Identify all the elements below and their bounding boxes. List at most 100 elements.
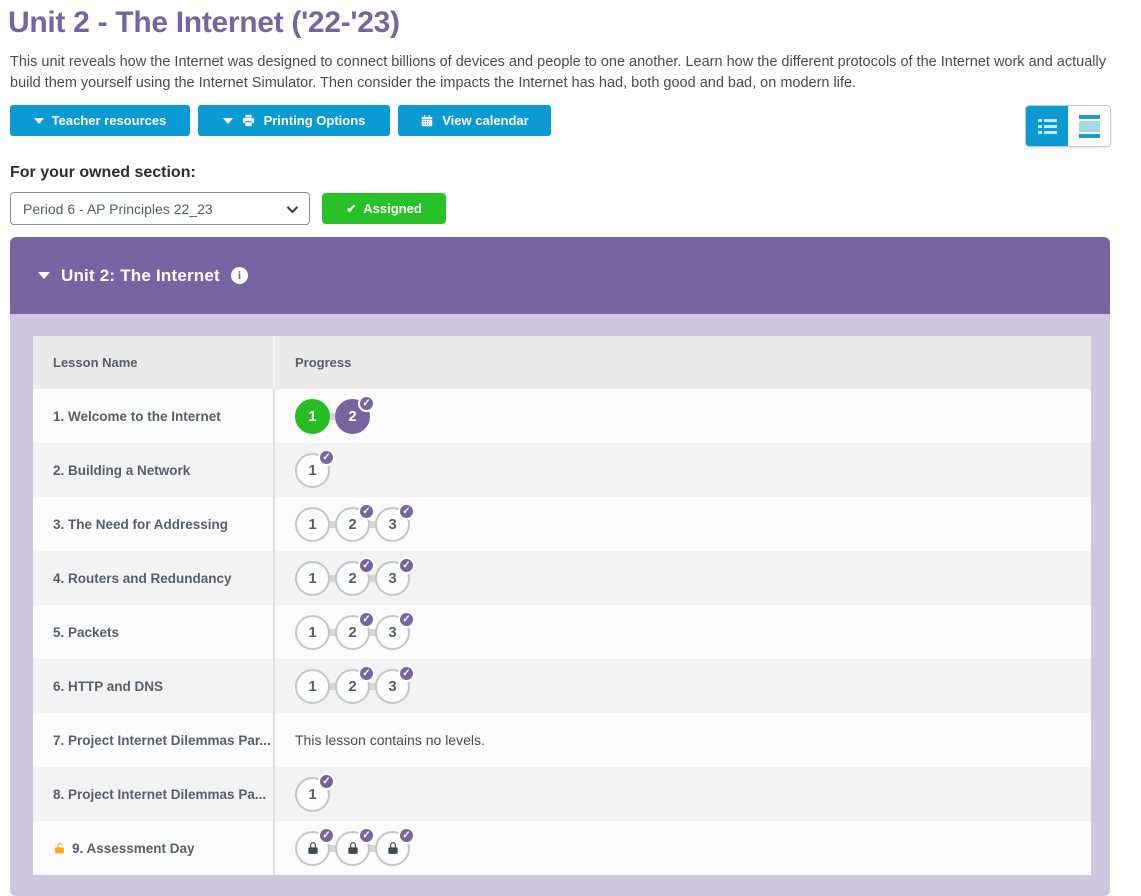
lesson-row: 7. Project Internet Dilemmas Par... This … xyxy=(33,713,1091,767)
unit-panel-title: Unit 2: The Internet xyxy=(61,266,220,286)
lesson-table-body: 1. Welcome to the Internet12✓2. Building… xyxy=(33,389,1091,875)
info-icon[interactable]: i xyxy=(231,267,248,284)
lesson-row: 4. Routers and Redundancy 12✓3✓ xyxy=(33,551,1091,605)
caret-down-icon xyxy=(38,272,50,279)
lesson-progress: 12✓ xyxy=(273,389,1091,443)
page-title: Unit 2 - The Internet ('22-'23) xyxy=(8,6,1131,40)
level-bubble[interactable]: 2✓ xyxy=(335,561,370,596)
level-bubble[interactable]: 1 xyxy=(295,561,330,596)
level-bubble[interactable]: 2✓ xyxy=(335,399,370,434)
lesson-name-label: 1. Welcome to the Internet xyxy=(53,409,221,424)
detail-view-button[interactable] xyxy=(1068,106,1110,146)
check-badge-icon: ✓ xyxy=(398,557,415,574)
view-toggle xyxy=(1025,105,1111,147)
lesson-progress: 12✓3✓ xyxy=(273,497,1091,551)
check-badge-icon: ✓ xyxy=(398,611,415,628)
lesson-row: 1. Welcome to the Internet 12✓ xyxy=(33,389,1091,443)
unit-description: This unit reveals how the Internet was d… xyxy=(10,52,1122,94)
level-bubble[interactable]: 1✓ xyxy=(295,453,330,488)
level-bubble[interactable]: 3✓ xyxy=(375,615,410,650)
lesson-progress: 12✓3✓ xyxy=(273,659,1091,713)
unit-panel-body: Lesson Name Progress 1. Welcome to the I… xyxy=(10,314,1110,896)
level-bubble[interactable]: 3✓ xyxy=(375,561,410,596)
assigned-button[interactable]: ✔ Assigned xyxy=(322,193,446,224)
lesson-name-label: 7. Project Internet Dilemmas Par... xyxy=(53,733,271,748)
lesson-name[interactable]: 8. Project Internet Dilemmas Pa... xyxy=(33,787,273,802)
check-badge-icon: ✓ xyxy=(398,503,415,520)
level-bubble[interactable]: 2✓ xyxy=(335,669,370,704)
lesson-row: 3. The Need for Addressing 12✓3✓ xyxy=(33,497,1091,551)
lesson-name[interactable]: 3. The Need for Addressing xyxy=(33,517,273,532)
lesson-name[interactable]: 4. Routers and Redundancy xyxy=(33,571,273,586)
lesson-name-label: 4. Routers and Redundancy xyxy=(53,571,232,586)
caret-down-icon xyxy=(223,118,233,124)
owned-section-heading: For your owned section: xyxy=(10,164,1131,182)
list-view-button[interactable] xyxy=(1026,106,1068,146)
lesson-name-label: 9. Assessment Day xyxy=(72,841,195,856)
check-icon: ✔ xyxy=(346,202,356,216)
lock-icon xyxy=(386,841,400,855)
check-badge-icon: ✓ xyxy=(318,449,335,466)
no-levels-text: This lesson contains no levels. xyxy=(295,732,485,748)
section-select[interactable]: Period 6 - AP Principles 22_23 xyxy=(10,192,310,225)
level-bubble[interactable]: 1✓ xyxy=(295,777,330,812)
column-header-progress: Progress xyxy=(273,336,1091,389)
unit-panel-header[interactable]: Unit 2: The Internet i xyxy=(10,237,1110,314)
printer-icon xyxy=(241,113,256,128)
lesson-name[interactable]: 2. Building a Network xyxy=(33,463,273,478)
lesson-name-label: 2. Building a Network xyxy=(53,463,190,478)
assigned-label: Assigned xyxy=(363,201,422,216)
level-bubble[interactable]: ✓ xyxy=(295,831,330,866)
lesson-table: Lesson Name Progress 1. Welcome to the I… xyxy=(33,336,1091,875)
level-bubble[interactable]: 1 xyxy=(295,615,330,650)
check-badge-icon: ✓ xyxy=(358,827,375,844)
detail-view-icon xyxy=(1079,115,1100,138)
lesson-row: 5. Packets 12✓3✓ xyxy=(33,605,1091,659)
lesson-row: 6. HTTP and DNS 12✓3✓ xyxy=(33,659,1091,713)
view-calendar-button[interactable]: View calendar xyxy=(398,105,551,136)
lesson-name[interactable]: 5. Packets xyxy=(33,625,273,640)
lesson-name[interactable]: 1. Welcome to the Internet xyxy=(33,409,273,424)
lesson-name[interactable]: 9. Assessment Day xyxy=(33,841,273,856)
level-bubble[interactable]: 1 xyxy=(295,399,330,434)
chevron-down-icon xyxy=(287,201,298,212)
lock-icon xyxy=(306,841,320,855)
lesson-progress: 12✓3✓ xyxy=(273,605,1091,659)
lesson-progress: ✓✓✓ xyxy=(273,821,1091,875)
lesson-name-label: 6. HTTP and DNS xyxy=(53,679,163,694)
printing-options-button[interactable]: Printing Options xyxy=(198,105,390,136)
level-bubble[interactable]: 2✓ xyxy=(335,615,370,650)
lesson-name[interactable]: 7. Project Internet Dilemmas Par... xyxy=(33,733,273,748)
level-bubble[interactable]: 3✓ xyxy=(375,669,410,704)
lesson-table-header: Lesson Name Progress xyxy=(33,336,1091,389)
toolbar-buttons: Teacher resources Printing Options View … xyxy=(10,105,551,136)
level-bubble[interactable]: 1 xyxy=(295,669,330,704)
teacher-resources-label: Teacher resources xyxy=(52,113,167,128)
level-bubble[interactable]: 3✓ xyxy=(375,507,410,542)
check-badge-icon: ✓ xyxy=(318,773,335,790)
lesson-name-label: 3. The Need for Addressing xyxy=(53,517,228,532)
section-row: Period 6 - AP Principles 22_23 ✔ Assigne… xyxy=(10,192,1131,225)
check-badge-icon: ✓ xyxy=(318,827,335,844)
level-bubble[interactable]: ✓ xyxy=(375,831,410,866)
check-badge-icon: ✓ xyxy=(358,503,375,520)
lesson-progress: 12✓3✓ xyxy=(273,551,1091,605)
lesson-progress: 1✓ xyxy=(273,767,1091,821)
check-badge-icon: ✓ xyxy=(358,557,375,574)
lesson-progress: 1✓ xyxy=(273,443,1091,497)
check-badge-icon: ✓ xyxy=(398,827,415,844)
level-bubble[interactable]: 1 xyxy=(295,507,330,542)
level-bubble[interactable]: 2✓ xyxy=(335,507,370,542)
lock-icon xyxy=(346,841,360,855)
level-bubble[interactable]: ✓ xyxy=(335,831,370,866)
column-header-lesson-name: Lesson Name xyxy=(33,355,273,370)
lesson-row: 8. Project Internet Dilemmas Pa... 1✓ xyxy=(33,767,1091,821)
page: Unit 2 - The Internet ('22-'23) This uni… xyxy=(0,0,1131,896)
section-select-value: Period 6 - AP Principles 22_23 xyxy=(23,201,213,217)
lesson-name-label: 5. Packets xyxy=(53,625,119,640)
teacher-resources-button[interactable]: Teacher resources xyxy=(10,105,190,136)
list-view-icon xyxy=(1038,119,1057,134)
check-badge-icon: ✓ xyxy=(358,665,375,682)
lesson-name[interactable]: 6. HTTP and DNS xyxy=(33,679,273,694)
check-badge-icon: ✓ xyxy=(398,665,415,682)
